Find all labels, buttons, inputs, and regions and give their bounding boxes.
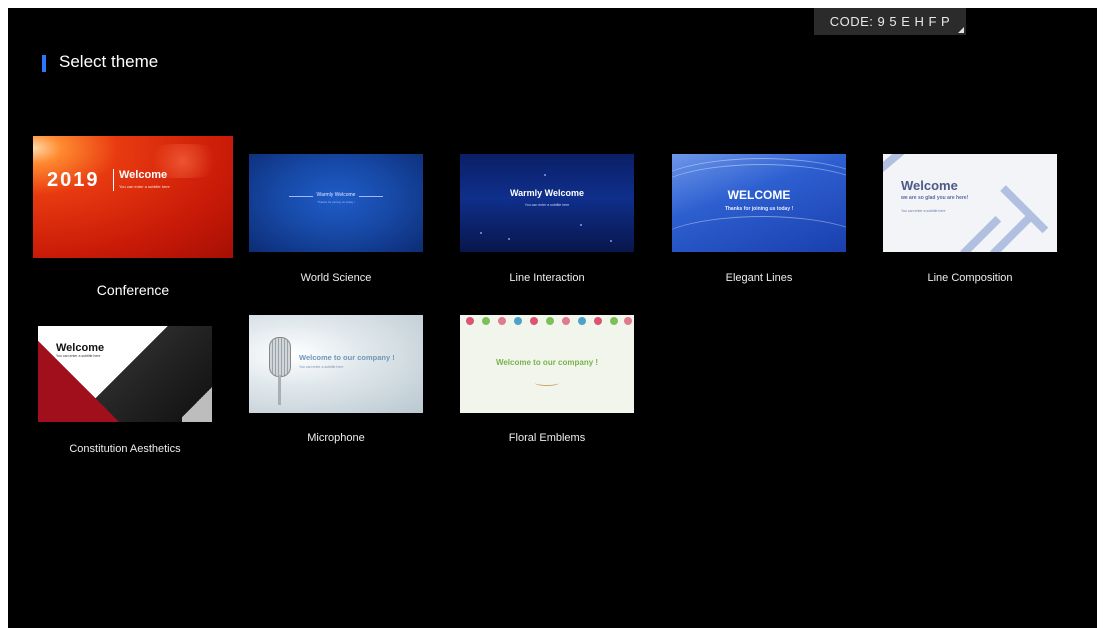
microphone-icon [269,337,291,377]
theme-label: Elegant Lines [725,272,793,284]
theme-preview-constitution-aesthetics: Welcome You can enter a subtitle here [38,326,212,422]
particle-dot [508,238,510,240]
preview-subtitle: we are so glad you are here! [901,195,969,201]
theme-card-elegant-lines[interactable]: WELCOME Thanks for joining us today ! El… [672,154,846,289]
theme-label: Line Composition [927,272,1013,284]
title-accent-bar [42,55,46,72]
preview-title: Welcome [119,169,168,181]
preview-divider [113,169,114,191]
theme-label: Floral Emblems [508,432,586,444]
preview-title: Welcome to our company ! [299,353,395,362]
theme-preview-floral-emblems: Welcome to our company ! [460,315,634,413]
preview-title: Welcome to our company ! [495,358,599,367]
preview-title: WELCOME [727,188,791,202]
preview-title: Warmly Welcome [509,188,585,198]
flower-icon [610,317,618,325]
theme-label: Line Interaction [509,272,585,284]
flower-icon [594,317,602,325]
theme-card-floral-emblems[interactable]: Welcome to our company ! Floral Emblems [460,315,634,450]
preview-title: Warmly Welcome [316,192,356,198]
preview-title: Welcome [56,342,105,354]
flower-icon [562,317,570,325]
theme-card-conference[interactable]: 2019 Welcome You can enter a subtitle he… [33,136,233,301]
flower-icon [514,317,522,325]
theme-label: Conference [96,282,170,298]
preview-subtitle: Thanks for joining us today ! [317,200,355,204]
theme-label: Constitution Aesthetics [69,443,181,455]
flower-icon [578,317,586,325]
theme-preview-elegant-lines: WELCOME Thanks for joining us today ! [672,154,846,252]
particle-dot [544,174,546,176]
theme-preview-world-science: Warmly Welcome Thanks for joining us tod… [249,154,423,252]
theme-preview-line-composition: Welcome we are so glad you are here! You… [883,154,1057,252]
flower-icon [482,317,490,325]
diagonal-stripe [883,154,911,176]
preview-year: 2019 [47,169,100,191]
preview-note: You can enter a subtitle here [901,209,946,213]
preview-subtitle: You can enter a subtitle here [299,365,344,369]
particle-dot [610,240,612,242]
particle-dot [480,232,482,234]
theme-preview-line-interaction: Warmly Welcome You can enter a subtitle … [460,154,634,252]
preview-subtitle: You can enter a subtitle here [56,354,101,358]
preview-title: Welcome [901,178,958,193]
theme-card-world-science[interactable]: Warmly Welcome Thanks for joining us tod… [249,154,423,289]
preview-subtitle: Thanks for joining us today ! [724,206,794,212]
theme-card-line-interaction[interactable]: Warmly Welcome You can enter a subtitle … [460,154,634,289]
theme-card-constitution-aesthetics[interactable]: Welcome You can enter a subtitle here Co… [38,326,212,461]
flower-icon [546,317,554,325]
wave-line [672,216,846,252]
flower-icon [498,317,506,325]
ornament-flourish [535,380,559,386]
theme-preview-conference: 2019 Welcome You can enter a subtitle he… [33,136,233,258]
preview-subtitle: You can enter a subtitle here [524,203,570,207]
particle-dot [580,224,582,226]
flower-icon [466,317,474,325]
code-badge: CODE: 9 5 E H F P [814,8,966,35]
theme-screen: CODE: 9 5 E H F P Select theme 2019 Welc… [8,8,1097,628]
theme-preview-microphone: Welcome to our company ! You can enter a… [249,315,423,413]
preview-subtitle: You can enter a subtitle here [119,184,170,189]
code-label: CODE: 9 5 E H F P [829,14,951,29]
page-title: Select theme [59,52,159,71]
theme-label: World Science [300,272,372,284]
microphone-stand [278,375,281,405]
theme-label: Microphone [307,432,365,444]
theme-card-line-composition[interactable]: Welcome we are so glad you are here! You… [883,154,1057,289]
floral-border [460,315,634,331]
theme-card-microphone[interactable]: Welcome to our company ! You can enter a… [249,315,423,450]
grey-triangle-graphic [182,382,212,422]
flower-icon [624,317,632,325]
flower-icon [530,317,538,325]
corner-triangle-icon [958,27,964,33]
